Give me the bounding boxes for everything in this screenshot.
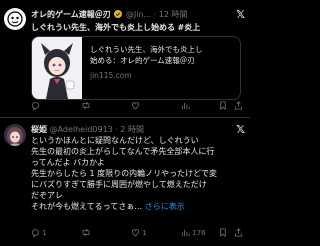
share-icon xyxy=(234,228,243,237)
post-text-line-2: 先生の最初の炎上がらしてなんで矛先全部本人に行 xyxy=(31,147,215,156)
like-count: 1 xyxy=(142,229,147,237)
post-text-line: ってんだよ バカかよ xyxy=(31,157,246,168)
verified-badge-icon xyxy=(114,10,123,18)
handle[interactable]: @Adelheid0913 xyxy=(50,125,113,134)
reply-icon xyxy=(31,102,40,110)
separator-dot: · xyxy=(153,10,157,19)
post-text-line-5: にバズりすぎて勝手に周囲が燃やして燃えただけ xyxy=(31,180,207,189)
like-button[interactable]: 1 xyxy=(131,228,147,238)
x-logo-icon: 𝕏 xyxy=(236,123,245,136)
post-text-line: にバズりすぎて勝手に周囲が燃やして燃えただけ xyxy=(31,179,246,190)
post-text-line: というかほんとに疑問なんだけど、しぐれうい xyxy=(31,135,246,146)
reply-count: 1 xyxy=(42,229,47,237)
anime-character-icon xyxy=(32,37,82,99)
handle[interactable]: @Jin... xyxy=(126,10,151,19)
post-text-line-4: 先生からしたら 1 度限りの内輪ノリやったけどで変 xyxy=(31,169,218,178)
bookmark-button[interactable] xyxy=(219,228,227,238)
timestamp[interactable]: 12 時間 xyxy=(159,10,188,19)
post-text-line: 先生からしたら 1 度限りの内輪ノリやったけどで変 xyxy=(31,168,246,179)
link-card[interactable]: しぐれうい先生、海外でも炎上し 始める：オレ的ゲーム速報＠刃 jin115.co… xyxy=(31,36,241,100)
post-text: しぐれうい先生、海外でも炎上し始める #炎上 xyxy=(31,22,200,33)
post-text-line: だぞアレ xyxy=(31,190,246,201)
repost-icon xyxy=(82,228,90,237)
hashtag-link[interactable]: #炎上 xyxy=(178,23,201,32)
share-icon xyxy=(234,101,243,110)
avatar-sakurahime[interactable] xyxy=(4,124,26,146)
like-button[interactable] xyxy=(131,101,140,111)
bookmark-icon xyxy=(220,228,226,237)
user-avatar-icon xyxy=(4,124,26,146)
x-logo-icon: 𝕏 xyxy=(236,8,245,21)
card-title-line-1: しぐれうい先生、海外でも炎上し xyxy=(90,45,203,54)
separator-dot: · xyxy=(115,125,118,134)
reply-button[interactable]: 1 xyxy=(31,228,47,238)
action-bar xyxy=(31,101,245,111)
action-bar: 1 1 176 xyxy=(31,228,245,238)
show-more-link[interactable]: さらに表示 xyxy=(145,202,185,211)
display-name[interactable]: オレ的ゲーム速報＠刃 xyxy=(31,10,111,19)
repost-button[interactable] xyxy=(81,101,91,111)
heart-icon xyxy=(132,229,139,237)
share-button[interactable] xyxy=(234,101,243,111)
reply-icon xyxy=(31,229,40,237)
post-2[interactable]: 桜姫 @Adelheid0913 · 2 時間 𝕏 というかほんとに疑問なんだけ… xyxy=(0,118,250,246)
post-text: というかほんとに疑問なんだけど、しぐれうい 先生の最初の炎上がらしてなんで矛先全… xyxy=(31,135,246,212)
post-text-line-3: ってんだよ バカかよ xyxy=(31,158,105,167)
reply-button[interactable] xyxy=(31,101,40,111)
display-name[interactable]: 桜姫 xyxy=(31,125,47,134)
views-count: 176 xyxy=(192,229,206,237)
card-title-line-2: 始める：オレ的ゲーム速報＠刃 xyxy=(90,56,195,65)
post-text-line-7: それが今も燃えてるってさぁ… xyxy=(31,202,143,211)
heart-icon xyxy=(132,102,139,110)
post-text-main: しぐれうい先生、海外でも炎上し始める xyxy=(31,23,175,32)
post-text-line: 先生の最初の炎上がらしてなんで矛先全部本人に行 xyxy=(31,146,246,157)
views-button[interactable]: 176 xyxy=(181,228,206,238)
views-button[interactable] xyxy=(181,101,190,111)
card-thumbnail xyxy=(32,37,82,99)
post-text-line-6: だぞアレ xyxy=(31,191,63,200)
avatar-orejin[interactable] xyxy=(4,8,26,30)
views-icon xyxy=(181,229,190,237)
card-title: しぐれうい先生、海外でも炎上し 始める：オレ的ゲーム速報＠刃 xyxy=(90,44,203,66)
orejin-logo-icon xyxy=(4,8,26,30)
views-icon xyxy=(181,102,190,110)
repost-button[interactable] xyxy=(81,228,91,238)
post-1[interactable]: オレ的ゲーム速報＠刃 @Jin... · 12 時間 𝕏 しぐれうい先生、海外で… xyxy=(0,0,250,110)
bookmark-button[interactable] xyxy=(219,101,227,111)
repost-icon xyxy=(82,101,90,110)
timestamp[interactable]: 2 時間 xyxy=(120,125,144,134)
post-text-line-1: というかほんとに疑問なんだけど、しぐれうい xyxy=(31,136,199,145)
bookmark-icon xyxy=(220,101,226,110)
post-text-line: それが今も燃えてるってさぁ… さらに表示 xyxy=(31,201,246,212)
share-button[interactable] xyxy=(234,228,243,238)
card-domain: jin115.com xyxy=(90,71,132,80)
